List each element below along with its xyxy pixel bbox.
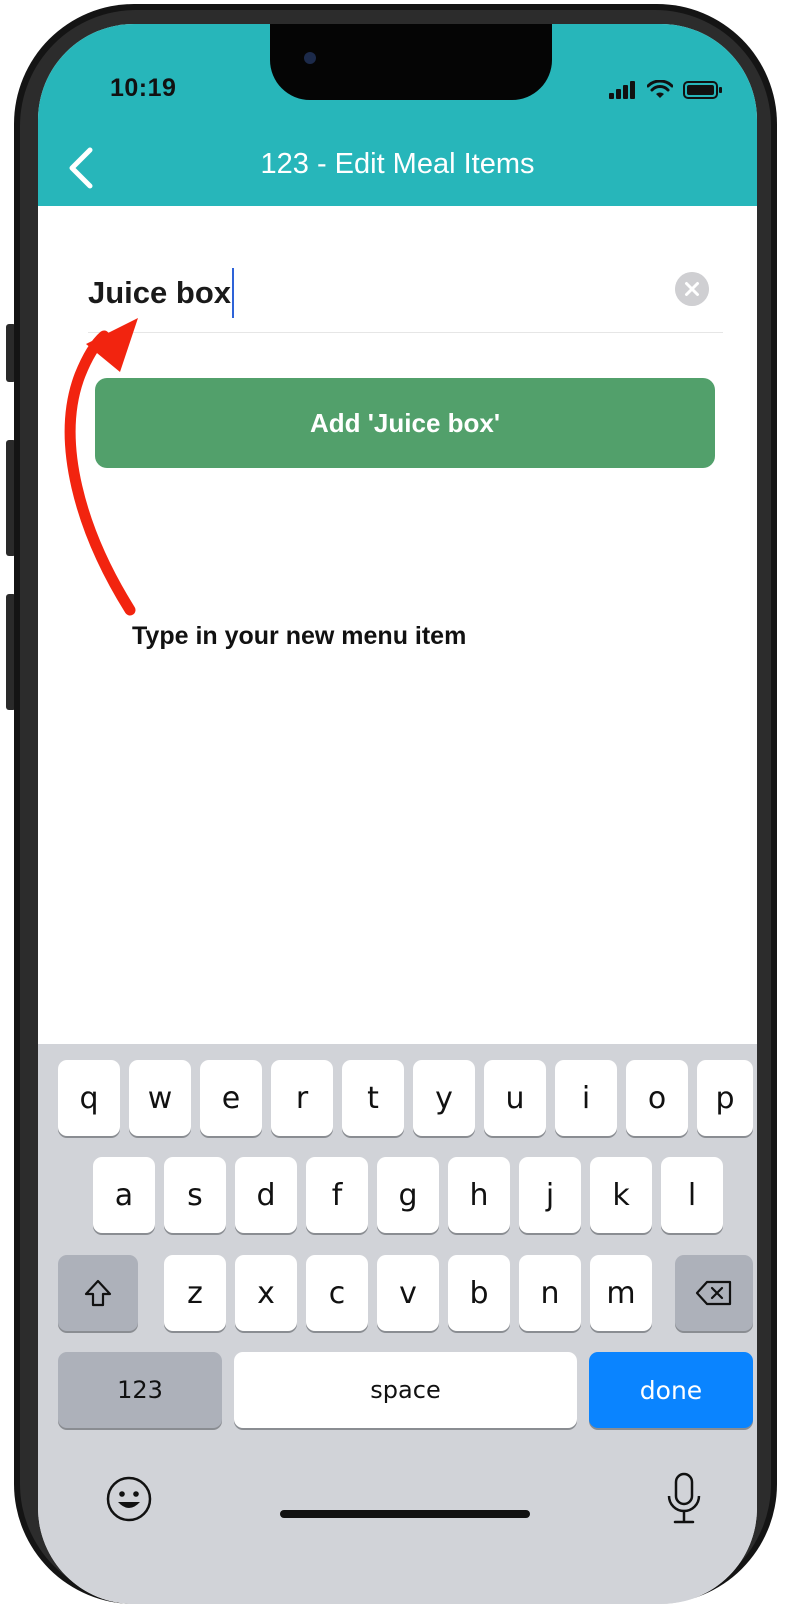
key-k[interactable]: k [590,1157,652,1233]
key-m[interactable]: m [590,1255,652,1331]
key-u[interactable]: u [484,1060,546,1136]
shift-icon [84,1279,112,1307]
key-b[interactable]: b [448,1255,510,1331]
key-l[interactable]: l [661,1157,723,1233]
annotation-arrow-icon [64,318,138,616]
space-key[interactable]: space [234,1352,577,1428]
key-j[interactable]: j [519,1157,581,1233]
key-a[interactable]: a [93,1157,155,1233]
key-h[interactable]: h [448,1157,510,1233]
home-indicator [280,1510,530,1518]
key-s[interactable]: s [164,1157,226,1233]
on-screen-keyboard: q w e r t y u i o p a s d f g h j k l z … [38,1044,757,1604]
numbers-key[interactable]: 123 [58,1352,222,1428]
key-f[interactable]: f [306,1157,368,1233]
key-w[interactable]: w [129,1060,191,1136]
emoji-icon[interactable] [104,1474,154,1524]
microphone-icon[interactable] [664,1470,704,1530]
key-g[interactable]: g [377,1157,439,1233]
key-y[interactable]: y [413,1060,475,1136]
key-o[interactable]: o [626,1060,688,1136]
key-d[interactable]: d [235,1157,297,1233]
key-t[interactable]: t [342,1060,404,1136]
backspace-icon [695,1280,732,1306]
key-n[interactable]: n [519,1255,581,1331]
key-q[interactable]: q [58,1060,120,1136]
shift-key[interactable] [58,1255,138,1331]
key-i[interactable]: i [555,1060,617,1136]
key-p[interactable]: p [697,1060,753,1136]
key-e[interactable]: e [200,1060,262,1136]
delete-key[interactable] [675,1255,753,1331]
key-c[interactable]: c [306,1255,368,1331]
key-v[interactable]: v [377,1255,439,1331]
front-camera [304,52,316,64]
done-key[interactable]: done [589,1352,753,1428]
key-r[interactable]: r [271,1060,333,1136]
notch [270,24,552,100]
key-x[interactable]: x [235,1255,297,1331]
key-z[interactable]: z [164,1255,226,1331]
